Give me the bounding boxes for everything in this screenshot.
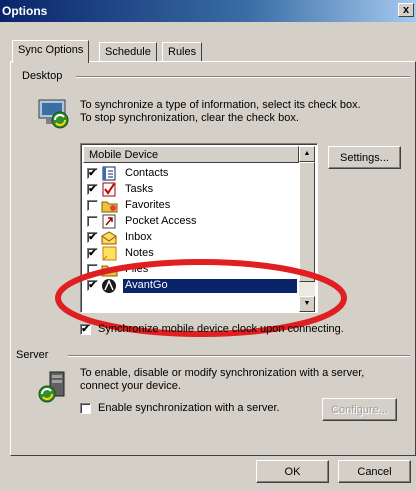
checkbox-label: Enable synchronization with a server.: [98, 402, 280, 414]
tab-schedule[interactable]: Schedule: [99, 42, 157, 62]
item-label: Tasks: [125, 183, 154, 195]
desktop-description: To synchronize a type of information, se…: [80, 99, 361, 125]
cancel-button[interactable]: Cancel: [338, 460, 411, 483]
item-label: Inbox: [125, 231, 152, 243]
window-title: Options: [2, 4, 48, 18]
scroll-up-button[interactable]: ▲: [299, 146, 315, 162]
item-checkbox[interactable]: ✔: [87, 184, 98, 195]
window-titlebar[interactable]: Options x: [0, 0, 416, 22]
clock-checkbox-box[interactable]: ✔: [80, 324, 91, 335]
inbox-icon: [101, 231, 117, 245]
list-item-pocket-access[interactable]: Pocket Access: [85, 214, 297, 229]
server-description: To enable, disable or modify synchroniza…: [80, 367, 364, 393]
item-label: Pocket Access: [125, 215, 197, 227]
desktop-description-line: To stop synchronization, clear the check…: [80, 112, 299, 124]
settings-button[interactable]: Settings...: [328, 146, 401, 169]
server-sync-icon: [38, 371, 65, 403]
desktop-description-line: To synchronize a type of information, se…: [80, 99, 361, 111]
list-item-tasks[interactable]: ✔ Tasks: [85, 182, 297, 197]
desktop-divider: [76, 76, 410, 78]
tab-sync-options[interactable]: Sync Options: [12, 40, 90, 63]
close-button[interactable]: x: [398, 3, 414, 17]
contacts-icon: [102, 166, 116, 181]
list-item-contacts[interactable]: ✔ Contacts: [85, 166, 297, 181]
tab-rules[interactable]: Rules: [162, 42, 203, 62]
tasks-icon: [102, 182, 116, 197]
configure-button[interactable]: Configure...: [322, 398, 397, 421]
tab-label: Rules: [168, 46, 197, 58]
item-checkbox[interactable]: ✔: [87, 232, 98, 243]
item-checkbox[interactable]: ✔: [87, 168, 98, 179]
button-label: OK: [284, 466, 301, 478]
triangle-up-icon: ▲: [303, 150, 311, 157]
favorites-icon: [101, 201, 118, 213]
server-checkbox-box[interactable]: [80, 403, 91, 414]
list-column-header[interactable]: Mobile Device: [83, 146, 299, 163]
list-item-inbox[interactable]: ✔ Inbox: [85, 230, 297, 245]
checkbox-label: Synchronize mobile device clock upon con…: [98, 323, 344, 335]
button-label: Cancel: [357, 466, 392, 478]
server-divider: [68, 355, 410, 357]
desktop-section-label: Desktop: [22, 70, 67, 82]
list-item-favorites[interactable]: Favorites: [85, 198, 297, 213]
server-description-line: To enable, disable or modify synchroniza…: [80, 367, 365, 379]
item-label: Favorites: [125, 199, 171, 211]
button-label: Configure...: [331, 404, 388, 416]
server-description-line: connect your device.: [80, 380, 181, 392]
tab-label: Sync Options: [18, 44, 84, 56]
item-checkbox[interactable]: [87, 216, 98, 227]
desktop-sync-icon: [38, 99, 69, 129]
server-section-label: Server: [16, 349, 53, 361]
ok-button[interactable]: OK: [256, 460, 329, 483]
button-label: Settings...: [340, 152, 389, 164]
tab-label: Schedule: [105, 46, 151, 58]
list-header-label: Mobile Device: [89, 149, 159, 161]
pocket-access-icon: [102, 214, 116, 229]
close-icon: x: [402, 4, 410, 16]
item-label: Contacts: [125, 167, 169, 179]
item-checkbox[interactable]: [87, 200, 98, 211]
